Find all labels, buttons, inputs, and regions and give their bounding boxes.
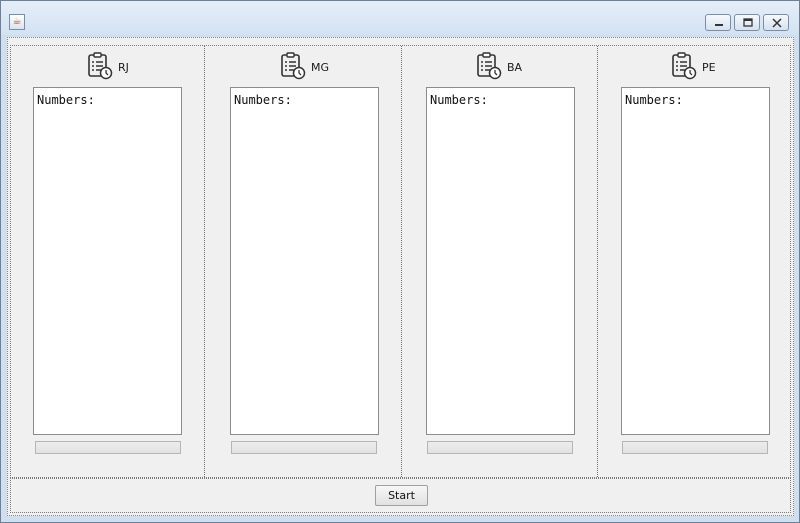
progress-bar — [231, 441, 377, 454]
clipboard-clock-icon — [477, 52, 502, 80]
title-bar[interactable]: ☕ — [1, 1, 799, 35]
state-panels: RJ Numbers: MG Numbers: BA Numbers: PE N… — [10, 45, 791, 478]
panel-pe: PE Numbers: — [597, 46, 790, 477]
maximize-icon — [743, 18, 753, 27]
clipboard-clock-icon — [281, 52, 306, 80]
numbers-textarea[interactable]: Numbers: — [426, 87, 575, 435]
application-window: ☕ RJ Numbers: MG Numbers: BA Numbers: PE… — [0, 0, 800, 523]
clipboard-clock-icon — [672, 52, 697, 80]
panel-title: PE — [702, 61, 716, 74]
numbers-textarea[interactable]: Numbers: — [230, 87, 379, 435]
panel-rj: RJ Numbers: — [11, 46, 204, 477]
panel-header: PE — [598, 52, 790, 82]
minimize-button[interactable] — [705, 14, 731, 31]
content-pane: RJ Numbers: MG Numbers: BA Numbers: PE N… — [7, 37, 794, 516]
panel-ba: BA Numbers: — [401, 46, 597, 477]
window-controls — [705, 14, 789, 31]
panel-title: BA — [507, 61, 523, 74]
panel-mg: MG Numbers: — [204, 46, 401, 477]
java-app-icon[interactable]: ☕ — [9, 14, 25, 30]
close-icon — [772, 18, 782, 28]
panel-title: MG — [311, 61, 330, 74]
numbers-textarea[interactable]: Numbers: — [33, 87, 182, 435]
progress-bar — [427, 441, 573, 454]
panel-header: BA — [402, 52, 597, 82]
start-button[interactable]: Start — [375, 485, 428, 506]
panel-title: RJ — [118, 61, 129, 74]
maximize-button[interactable] — [734, 14, 760, 31]
close-button[interactable] — [763, 14, 789, 31]
panel-header: RJ — [11, 52, 204, 82]
panel-header: MG — [205, 52, 401, 82]
clipboard-clock-icon — [88, 52, 113, 80]
minimize-icon — [715, 24, 723, 26]
progress-bar — [35, 441, 181, 454]
button-bar: Start — [10, 478, 791, 513]
numbers-textarea[interactable]: Numbers: — [621, 87, 770, 435]
progress-bar — [622, 441, 768, 454]
